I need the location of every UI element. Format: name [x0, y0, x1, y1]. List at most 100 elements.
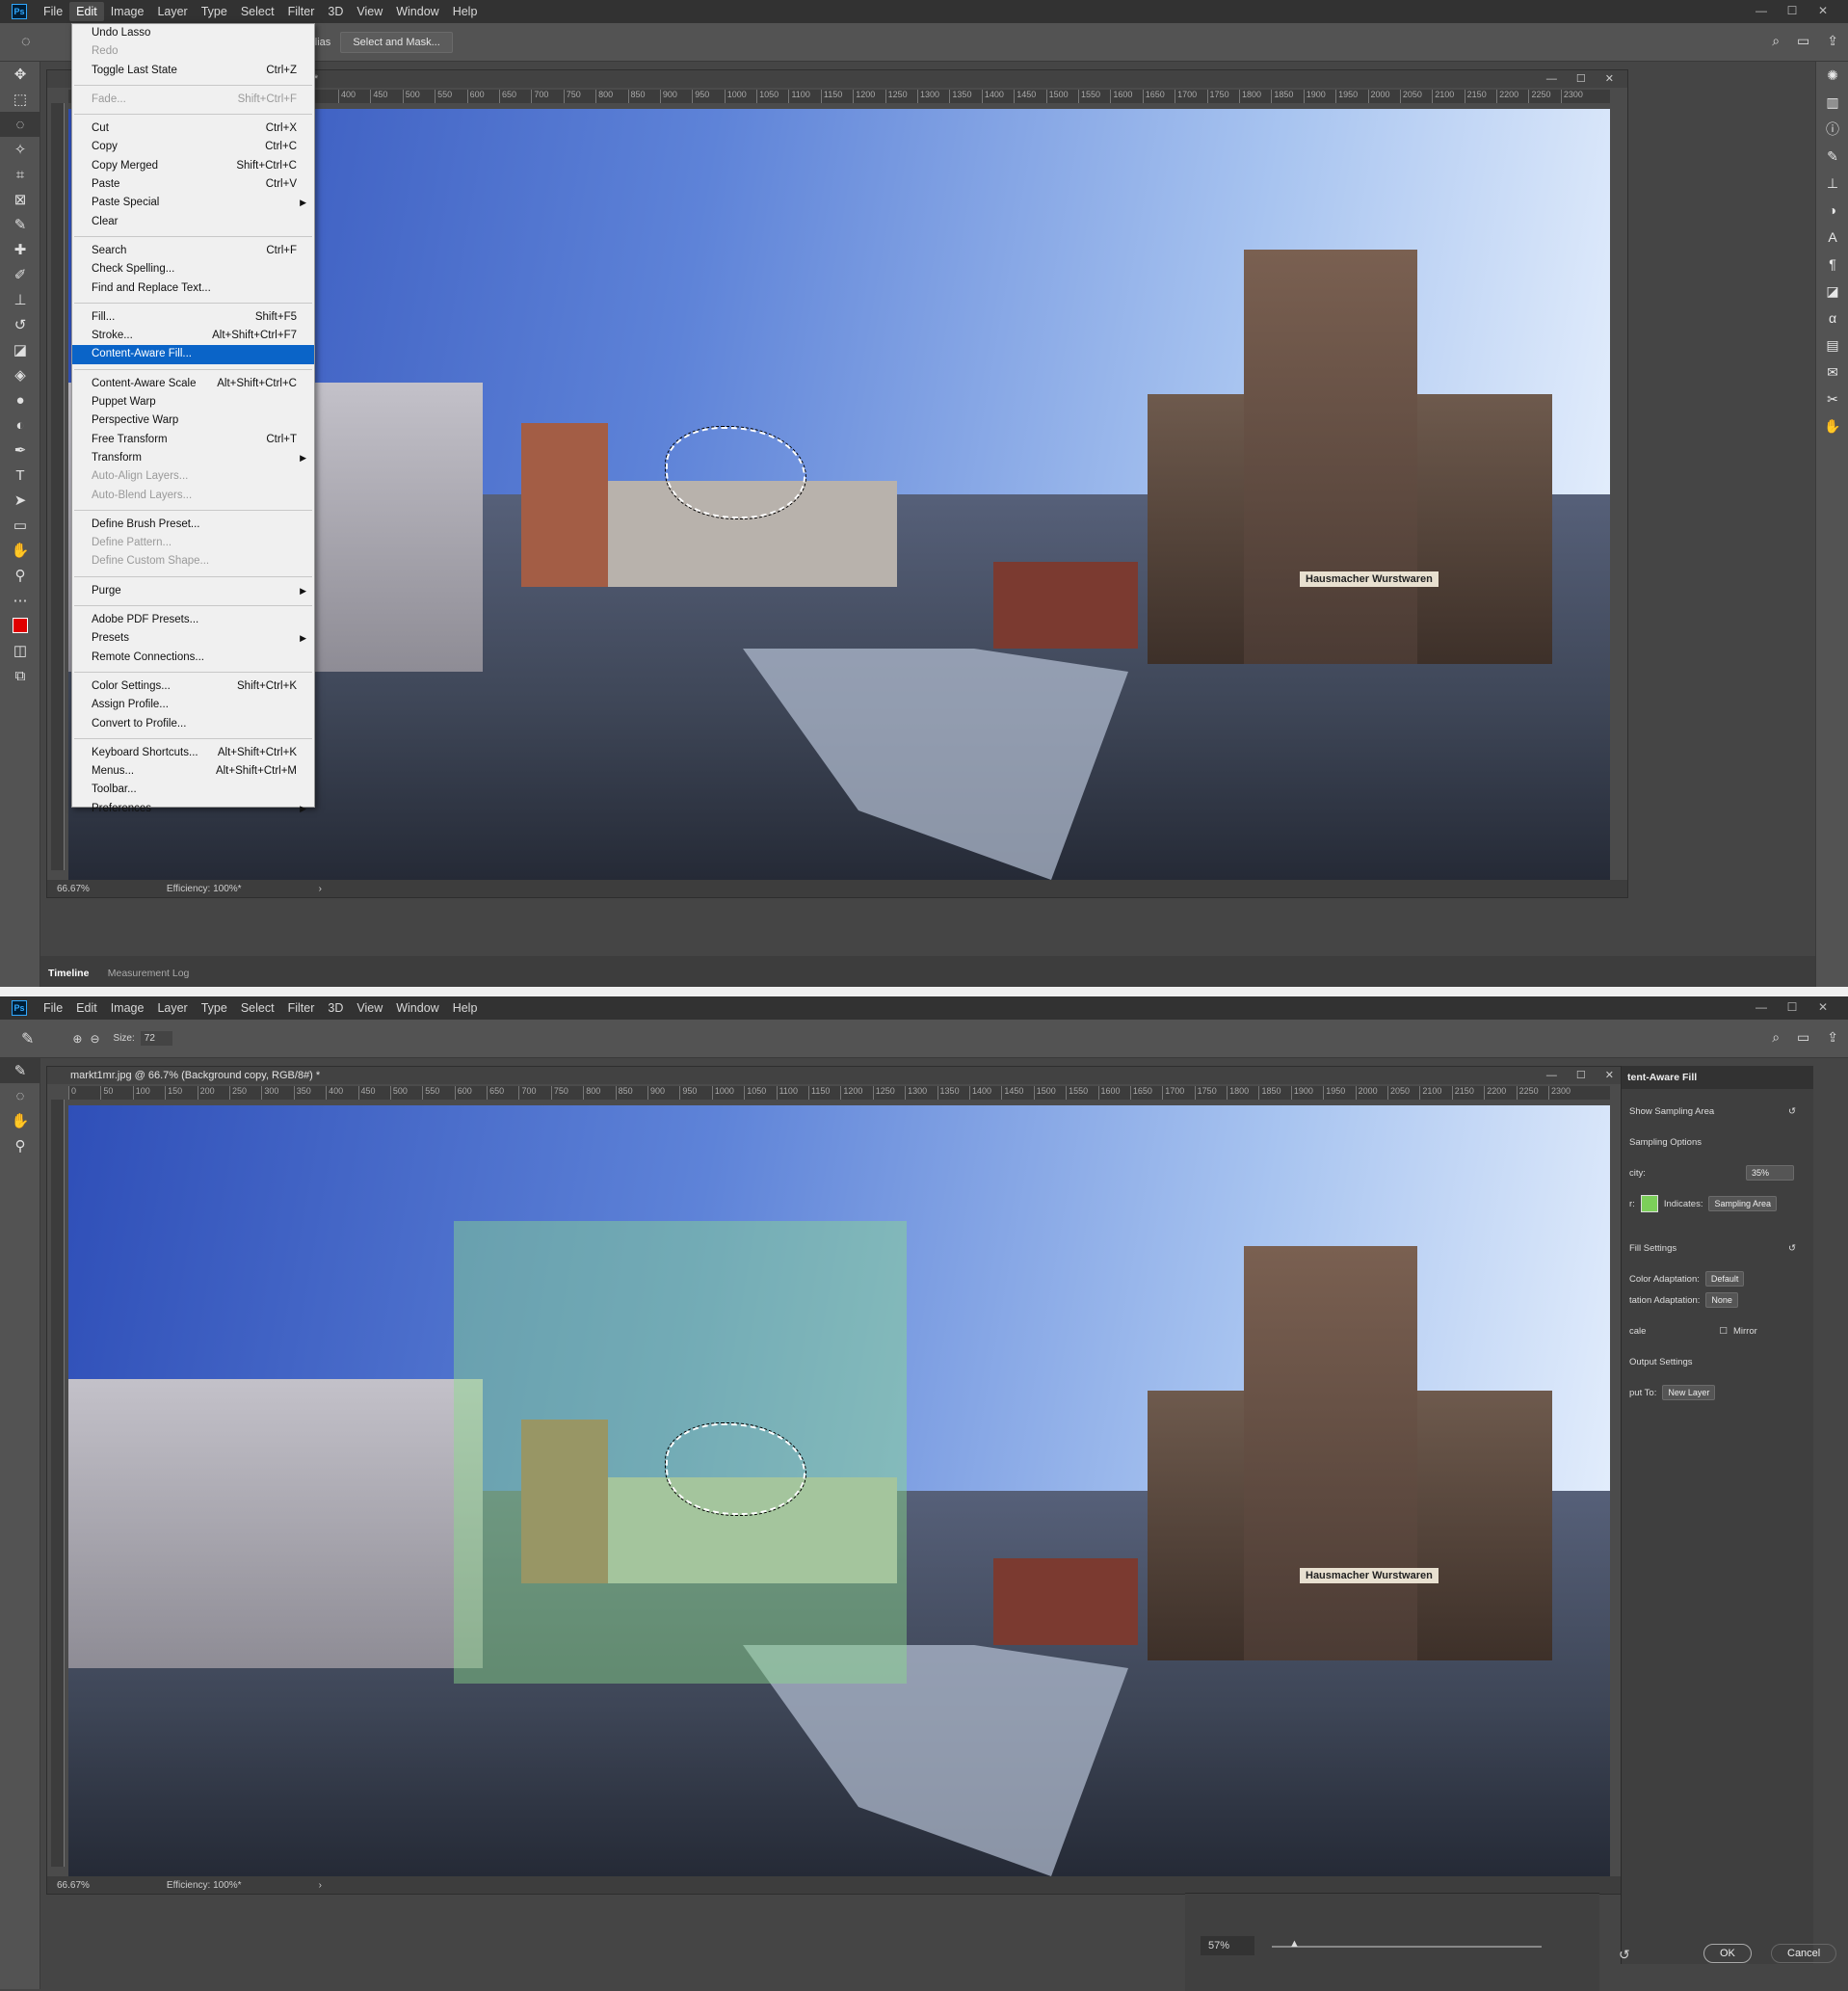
- preview-zoom-input[interactable]: 57%: [1201, 1936, 1254, 1955]
- paragraph-icon[interactable]: ¶: [1816, 251, 1848, 278]
- path-select-icon[interactable]: ➤: [0, 488, 40, 513]
- menu-item[interactable]: Presets ▶: [72, 629, 314, 648]
- menu-item[interactable]: Define Brush Preset...: [72, 516, 314, 534]
- menu-item[interactable]: Clear: [72, 213, 314, 231]
- clone-source-icon[interactable]: ⊥: [1816, 170, 1848, 197]
- menu-image[interactable]: Image: [104, 2, 151, 21]
- workspace-icon[interactable]: ▭: [1797, 33, 1809, 49]
- sampling-brush-icon[interactable]: ✎: [21, 1029, 34, 1049]
- maximize-button[interactable]: ☐: [1777, 0, 1808, 21]
- doc-minimize-icon[interactable]: —: [1546, 70, 1557, 88]
- lasso-tool-icon[interactable]: ◌: [0, 1083, 40, 1108]
- dodge-tool-icon[interactable]: ◐: [0, 412, 40, 438]
- navigator-icon[interactable]: ✺: [1816, 62, 1848, 89]
- menu-3d[interactable]: 3D: [321, 2, 350, 21]
- doc-close-icon[interactable]: ✕: [1605, 1067, 1614, 1084]
- menu-item[interactable]: Color Settings... Shift+Ctrl+K: [72, 677, 314, 696]
- ok-button[interactable]: OK: [1703, 1944, 1752, 1963]
- menu-type[interactable]: Type: [195, 998, 234, 1018]
- menu-help[interactable]: Help: [446, 998, 485, 1018]
- preview-zoom-slider[interactable]: [1272, 1946, 1542, 1948]
- puppet-icon[interactable]: ✋: [1816, 412, 1848, 439]
- reset-icon[interactable]: ↺: [1788, 1106, 1796, 1117]
- doc-minimize-icon[interactable]: —: [1546, 1067, 1557, 1084]
- menu-item[interactable]: Keyboard Shortcuts... Alt+Shift+Ctrl+K: [72, 744, 314, 762]
- document-title[interactable]: markt1mr.jpg @ 66.7% (Background copy, R…: [70, 1070, 320, 1081]
- menu-item[interactable]: Perspective Warp: [72, 411, 314, 430]
- menu-window[interactable]: Window: [389, 2, 445, 21]
- sampling-brush-tool-icon[interactable]: ✎: [0, 1058, 40, 1083]
- menu-item[interactable]: Assign Profile...: [72, 696, 314, 714]
- menu-item[interactable]: Convert to Profile...: [72, 715, 314, 733]
- menu-3d[interactable]: 3D: [321, 998, 350, 1018]
- scale-label[interactable]: cale: [1629, 1326, 1646, 1337]
- history-brush-icon[interactable]: ↺: [0, 312, 40, 337]
- menu-item[interactable]: Check Spelling...: [72, 260, 314, 279]
- minimize-button[interactable]: —: [1746, 0, 1777, 21]
- menu-view[interactable]: View: [350, 2, 389, 21]
- layers-icon[interactable]: ◪: [1816, 278, 1848, 305]
- lasso-icon[interactable]: ◌: [21, 34, 31, 51]
- share-icon[interactable]: ⇪: [1827, 1029, 1838, 1046]
- glyphs-icon[interactable]: α: [1816, 305, 1848, 332]
- quick-mask-icon[interactable]: ◫: [0, 638, 40, 663]
- pen-tool-icon[interactable]: ✒: [0, 438, 40, 463]
- histogram-icon[interactable]: ▥: [1816, 89, 1848, 116]
- menu-item[interactable]: Purge ▶: [72, 582, 314, 600]
- stamp-tool-icon[interactable]: ⊥: [0, 287, 40, 312]
- status-arrow-icon[interactable]: ›: [319, 1880, 322, 1891]
- panel-title[interactable]: tent-Aware Fill: [1622, 1066, 1813, 1089]
- menu-item[interactable]: Paste Special ▶: [72, 194, 314, 212]
- type-tool-icon[interactable]: T: [0, 463, 40, 488]
- menu-item[interactable]: Toolbar...: [72, 781, 314, 799]
- character-icon[interactable]: A: [1816, 224, 1848, 251]
- subtract-sampling-icon[interactable]: ⊖: [90, 1032, 99, 1046]
- menu-item[interactable]: Menus... Alt+Shift+Ctrl+M: [72, 762, 314, 781]
- indicates-select[interactable]: Sampling Area: [1708, 1196, 1778, 1211]
- menu-item[interactable]: Copy Merged Shift+Ctrl+C: [72, 157, 314, 175]
- tab-timeline[interactable]: Timeline: [40, 956, 96, 991]
- minimize-button[interactable]: —: [1746, 996, 1777, 1018]
- doc-close-icon[interactable]: ✕: [1605, 70, 1614, 88]
- doc-restore-icon[interactable]: ☐: [1576, 70, 1586, 88]
- zoom-tool-icon[interactable]: ⚲: [0, 563, 40, 588]
- workspace-icon[interactable]: ▭: [1797, 1029, 1809, 1046]
- select-and-mask-button[interactable]: Select and Mask...: [340, 31, 453, 53]
- menu-item[interactable]: Undo Lasso: [72, 24, 314, 42]
- add-sampling-icon[interactable]: ⊕: [72, 1032, 82, 1046]
- paint-bucket-icon[interactable]: ◈: [0, 362, 40, 387]
- tab-measurement-log[interactable]: Measurement Log: [100, 956, 198, 991]
- reset-fill-icon[interactable]: ↺: [1788, 1243, 1796, 1254]
- color-swatch-icon[interactable]: [0, 613, 40, 638]
- notes-icon[interactable]: ✉: [1816, 358, 1848, 385]
- menu-type[interactable]: Type: [195, 2, 234, 21]
- menu-item[interactable]: Toggle Last State Ctrl+Z: [72, 62, 314, 80]
- hand-tool-icon[interactable]: ✋: [0, 538, 40, 563]
- move-tool-icon[interactable]: ✥: [0, 62, 40, 87]
- menu-item[interactable]: Adobe PDF Presets...: [72, 611, 314, 629]
- menu-item[interactable]: Stroke... Alt+Shift+Ctrl+F7: [72, 327, 314, 345]
- menu-item[interactable]: Content-Aware Scale Alt+Shift+Ctrl+C: [72, 375, 314, 393]
- menu-filter[interactable]: Filter: [281, 998, 322, 1018]
- crop-tool-icon[interactable]: ⌗: [0, 162, 40, 187]
- menu-filter[interactable]: Filter: [281, 2, 322, 21]
- menu-file[interactable]: File: [37, 998, 69, 1018]
- menu-help[interactable]: Help: [446, 2, 485, 21]
- search-icon[interactable]: ⌕: [1772, 1029, 1780, 1046]
- status-arrow-icon[interactable]: ›: [319, 884, 322, 894]
- rotation-adaptation-select[interactable]: None: [1705, 1292, 1738, 1308]
- magic-wand-icon[interactable]: ✧: [0, 137, 40, 162]
- menu-item[interactable]: Content-Aware Fill...: [72, 345, 314, 364]
- maximize-button[interactable]: ☐: [1777, 996, 1808, 1018]
- menu-item[interactable]: Remote Connections...: [72, 649, 314, 667]
- close-button[interactable]: ✕: [1808, 996, 1838, 1018]
- menu-item[interactable]: Paste Ctrl+V: [72, 175, 314, 194]
- menu-layer[interactable]: Layer: [150, 2, 194, 21]
- menu-item[interactable]: Find and Replace Text...: [72, 279, 314, 298]
- marquee-tool-icon[interactable]: ⬚: [0, 87, 40, 112]
- info-icon[interactable]: ⓘ: [1816, 116, 1848, 143]
- zoom-level[interactable]: 66.67%: [57, 884, 90, 894]
- share-icon[interactable]: ⇪: [1827, 33, 1838, 49]
- output-to-select[interactable]: New Layer: [1662, 1385, 1716, 1400]
- brush-tool-icon[interactable]: ✐: [0, 262, 40, 287]
